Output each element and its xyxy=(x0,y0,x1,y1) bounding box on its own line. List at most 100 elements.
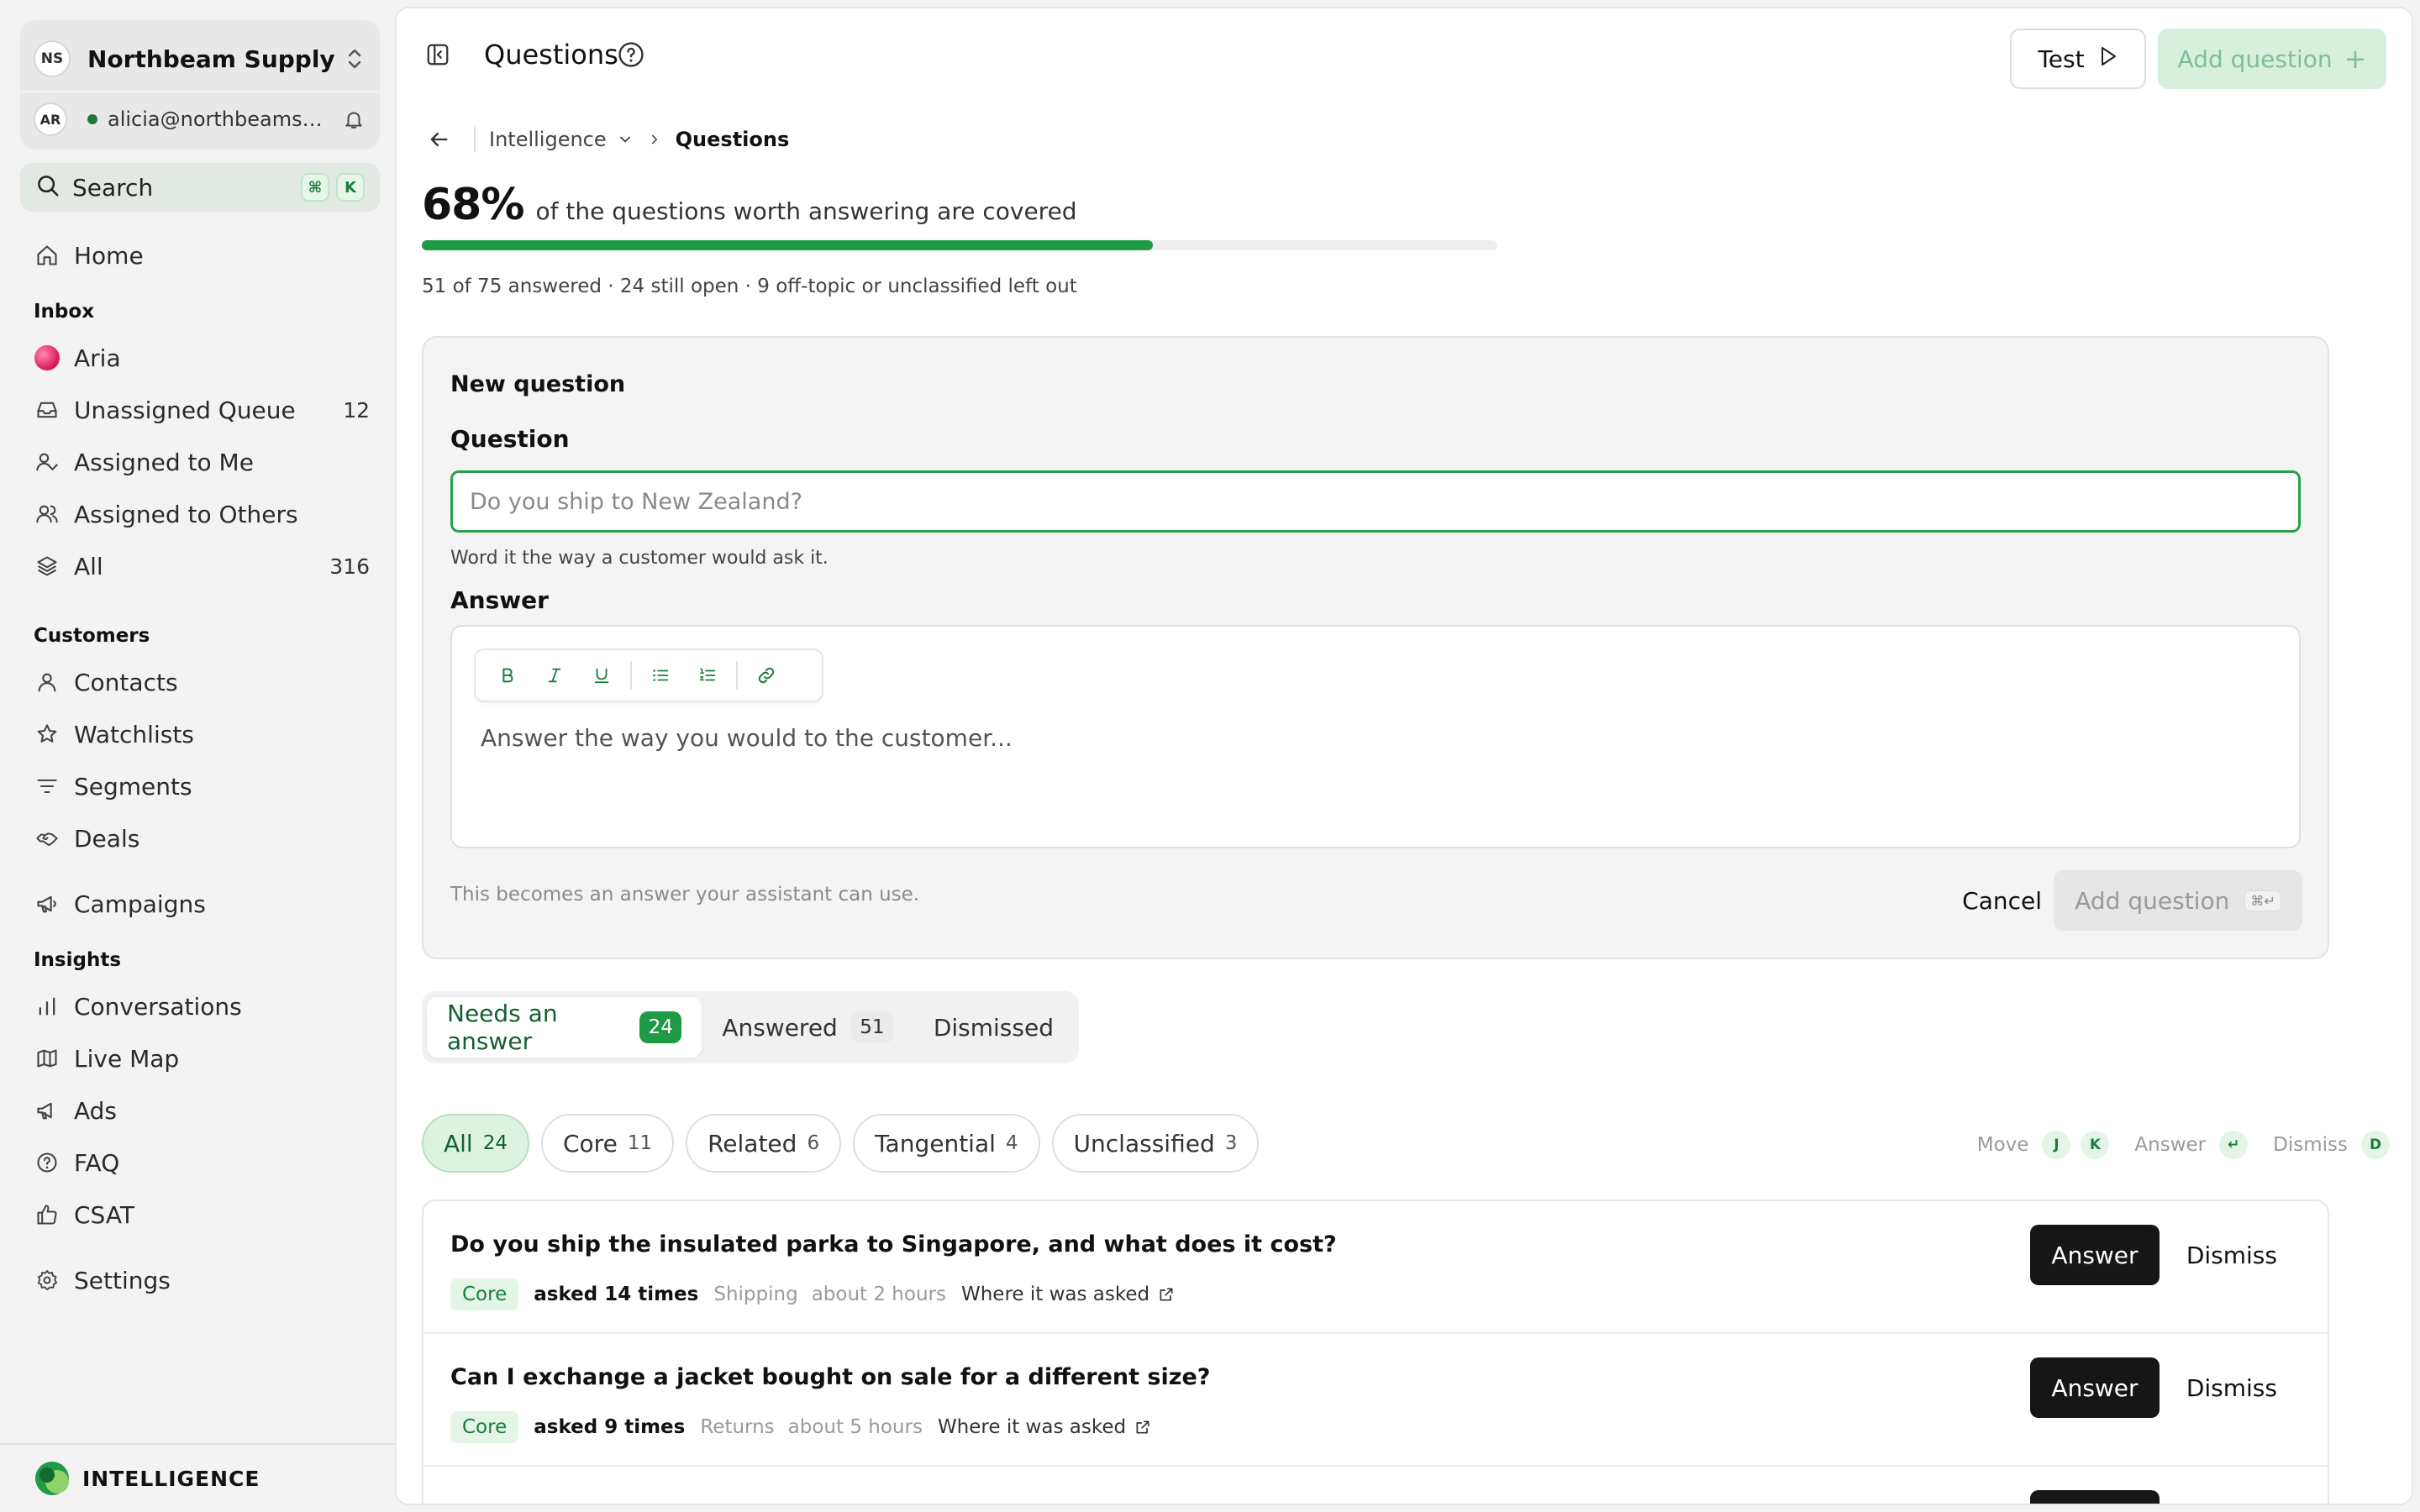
italic-icon[interactable] xyxy=(531,655,578,696)
sidebar-item-label: All xyxy=(74,552,103,580)
tab-dismissed[interactable]: Dismissed xyxy=(913,997,1074,1058)
sidebar-item-segments[interactable]: Segments xyxy=(34,765,370,807)
sidebar-item-assigned-to-others[interactable]: Assigned to Others xyxy=(34,493,370,535)
bullet-list-icon[interactable] xyxy=(637,655,684,696)
sidebar-item-faq[interactable]: FAQ xyxy=(34,1142,370,1184)
sidebar-item-settings[interactable]: Settings xyxy=(34,1259,370,1301)
answer-button[interactable]: Answer xyxy=(2030,1357,2160,1418)
chevron-down-icon[interactable] xyxy=(617,131,634,148)
shortcut-k-key: K xyxy=(336,173,365,202)
sidebar-item-label: FAQ xyxy=(74,1148,120,1177)
numbered-list-icon[interactable] xyxy=(684,655,731,696)
help-circle-icon xyxy=(34,1149,60,1176)
new-question-card: New question Question Word it the way a … xyxy=(422,336,2329,959)
where-asked-link[interactable]: Where it was asked xyxy=(938,1416,1151,1438)
sidebar-item-watchlists[interactable]: Watchlists xyxy=(34,713,370,755)
breadcrumb-divider xyxy=(474,127,476,152)
where-asked-link[interactable]: Where it was asked xyxy=(961,1284,1175,1305)
chevron-up-down-icon xyxy=(343,44,366,74)
sidebar-item-label: CSAT xyxy=(74,1200,134,1229)
filter-chip-core[interactable]: Core 11 xyxy=(541,1114,675,1173)
filter-chip-related[interactable]: Related 6 xyxy=(686,1114,842,1173)
main-panel: Questions Test Add question + Intelligen… xyxy=(395,7,2413,1505)
sidebar-item-all[interactable]: All 316 xyxy=(34,545,370,587)
section-inbox: Inbox xyxy=(34,301,95,323)
bold-icon[interactable] xyxy=(484,655,531,696)
arrow-left-icon[interactable] xyxy=(427,128,457,151)
answer-editor[interactable]: Answer the way you would to the customer… xyxy=(450,625,2301,848)
thumbs-up-icon xyxy=(34,1201,60,1228)
status-badge: Core xyxy=(450,1411,519,1443)
megaphone-icon xyxy=(34,1097,60,1124)
question-label: Question xyxy=(450,425,570,453)
sidebar-item-campaigns[interactable]: Campaigns xyxy=(34,883,370,925)
sidebar-item-unassigned-queue[interactable]: Unassigned Queue 12 xyxy=(34,389,370,431)
sidebar-item-live-map[interactable]: Live Map xyxy=(34,1037,370,1079)
sidebar-item-aria[interactable]: Aria xyxy=(34,337,370,379)
map-icon xyxy=(34,1045,60,1072)
tab-needs-an-answer[interactable]: Needs an answer 24 xyxy=(427,997,702,1058)
sidebar-item-label: Unassigned Queue xyxy=(74,396,296,424)
user-row[interactable]: AR alicia@northbeamsu... xyxy=(34,101,366,138)
sidebar-item-label: Ads xyxy=(74,1096,118,1125)
breadcrumb: Intelligence Questions xyxy=(427,124,789,155)
underline-icon[interactable] xyxy=(578,655,625,696)
shortcut-cmd-key: ⌘ xyxy=(301,173,329,202)
where-asked-label: Where it was asked xyxy=(960,1284,1150,1305)
bell-icon[interactable] xyxy=(341,107,366,132)
breadcrumb-parent[interactable]: Intelligence xyxy=(489,128,607,151)
sidebar-item-home[interactable]: Home xyxy=(34,234,370,276)
help-circle-icon[interactable] xyxy=(617,40,645,72)
answer-button-partial[interactable] xyxy=(2030,1490,2160,1504)
shortcut-k-key: K xyxy=(2081,1131,2110,1159)
page-title: Questions xyxy=(484,39,618,71)
cancel-button[interactable]: Cancel xyxy=(1962,870,2042,931)
breadcrumb-current: Questions xyxy=(675,128,790,151)
sidebar-item-assigned-to-me[interactable]: Assigned to Me xyxy=(34,441,370,483)
test-button[interactable]: Test xyxy=(2010,29,2146,89)
filter-chip-unclassified[interactable]: Unclassified 3 xyxy=(1051,1114,1260,1173)
sidebar-item-deals[interactable]: Deals xyxy=(34,817,370,859)
sidebar-collapse-icon[interactable] xyxy=(425,42,450,71)
question-text: Do you ship the insulated parka to Singa… xyxy=(450,1231,1337,1257)
online-status-dot xyxy=(87,114,97,124)
filter-chip-tangential[interactable]: Tangential 4 xyxy=(853,1114,1040,1173)
handshake-icon xyxy=(34,825,60,852)
add-question-button[interactable]: Add question ⌘↵ xyxy=(2054,870,2302,931)
dismiss-button[interactable]: Dismiss xyxy=(2186,1225,2277,1285)
sidebar-item-csat[interactable]: CSAT xyxy=(34,1194,370,1236)
shortcut-dismiss-label: Dismiss xyxy=(2273,1134,2348,1156)
link-icon[interactable] xyxy=(743,655,790,696)
workspace-name: Northbeam Supply xyxy=(87,45,335,73)
add-question-header-button[interactable]: Add question + xyxy=(2158,29,2386,89)
dismiss-button[interactable]: Dismiss xyxy=(2186,1357,2277,1418)
answer-button[interactable]: Answer xyxy=(2030,1225,2160,1285)
question-list: Do you ship the insulated parka to Singa… xyxy=(422,1200,2329,1504)
where-asked-label: Where it was asked xyxy=(937,1416,1127,1438)
asked-count: asked 14 times xyxy=(534,1284,699,1305)
rich-text-toolbar xyxy=(474,648,823,702)
sidebar-item-label: Live Map xyxy=(74,1044,180,1073)
inbox-tray-icon xyxy=(34,396,60,423)
filter-chip-all[interactable]: All 24 xyxy=(422,1114,529,1173)
list-item[interactable]: Do you ship the insulated parka to Singa… xyxy=(424,1201,2328,1334)
sidebar-item-contacts[interactable]: Contacts xyxy=(34,661,370,703)
question-input[interactable] xyxy=(450,470,2301,533)
search-button[interactable]: Search ⌘ K xyxy=(20,163,380,212)
sidebar-item-conversations[interactable]: Conversations xyxy=(34,985,370,1027)
sidebar-item-ads[interactable]: Ads xyxy=(34,1089,370,1131)
home-icon xyxy=(34,242,60,269)
list-item[interactable]: Can I exchange a jacket bought on sale f… xyxy=(424,1334,2328,1467)
sidebar-item-label: Contacts xyxy=(74,668,178,696)
user-email: alicia@northbeamsu... xyxy=(108,108,333,131)
workspace-switcher[interactable]: NS Northbeam Supply xyxy=(34,35,366,82)
gear-icon xyxy=(34,1267,60,1294)
plus-icon: + xyxy=(2344,43,2367,75)
tab-label: Needs an answer xyxy=(447,1000,558,1055)
list-item-partial[interactable] xyxy=(424,1467,2328,1504)
tab-answered[interactable]: Answered 51 xyxy=(702,997,913,1058)
shortcut-move-label: Move xyxy=(1976,1134,2029,1156)
sidebar-item-label: Campaigns xyxy=(74,890,206,918)
add-question-button-label: Add question xyxy=(2075,886,2230,915)
star-icon xyxy=(34,721,60,748)
